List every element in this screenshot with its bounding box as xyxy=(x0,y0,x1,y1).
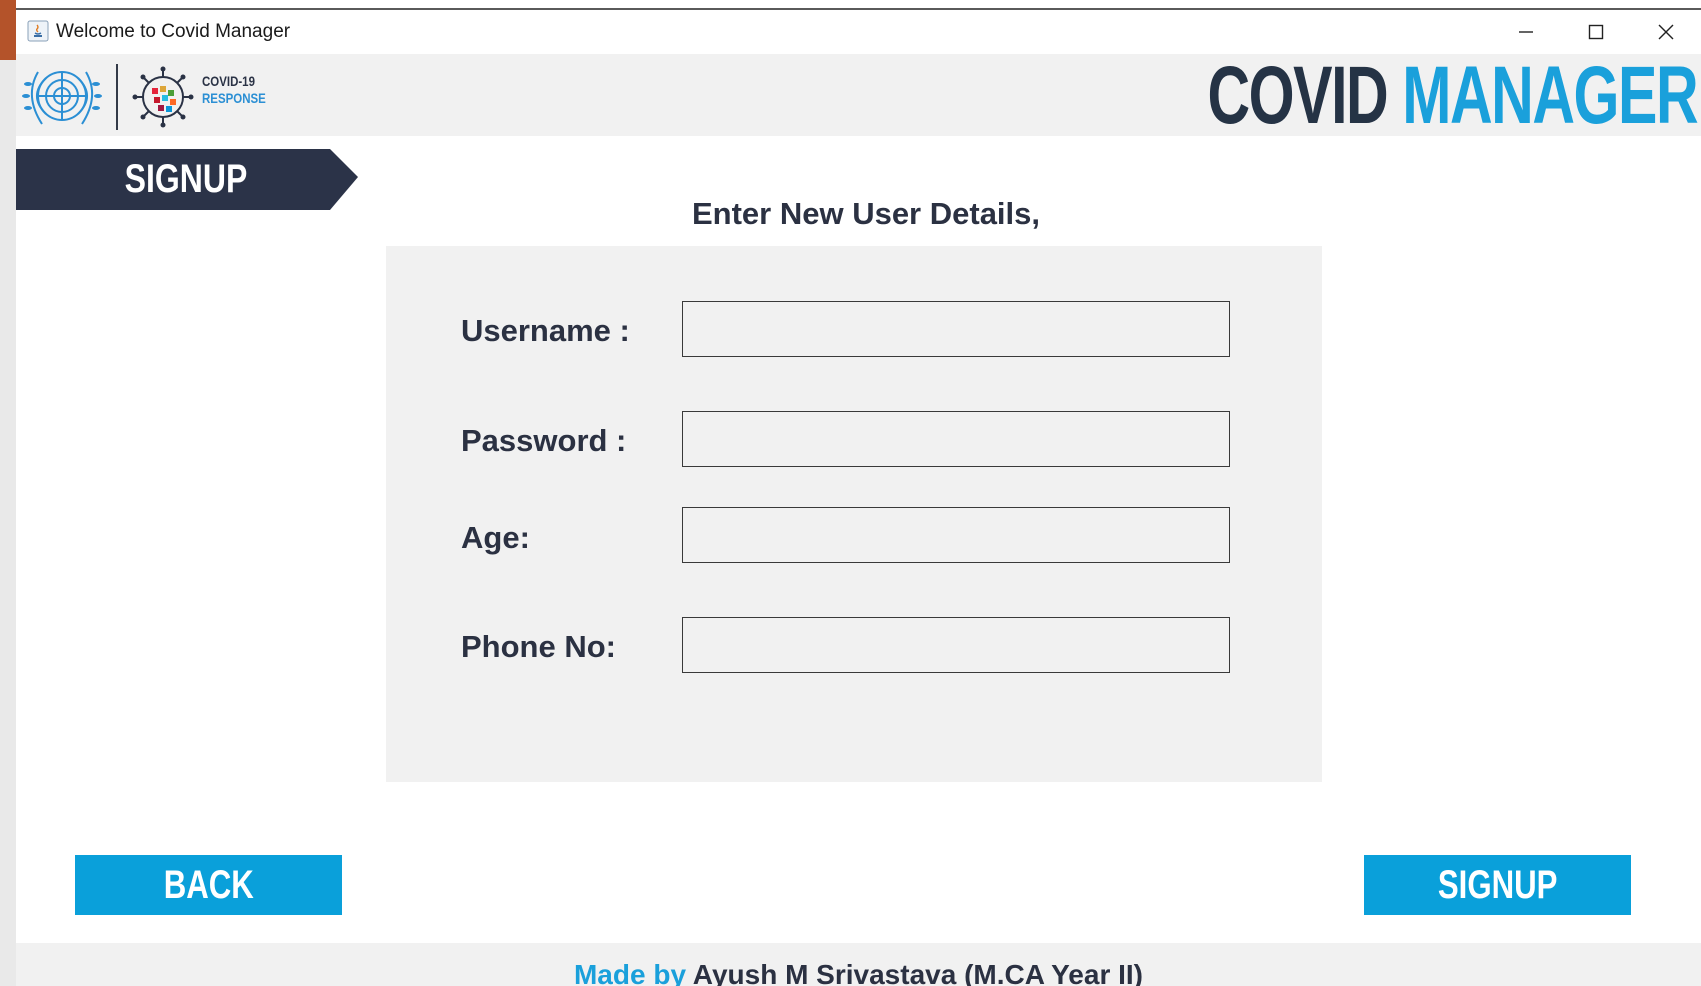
password-label: Password : xyxy=(461,423,627,458)
signup-button-label: SIGNUP xyxy=(1437,862,1558,907)
logo-divider xyxy=(116,64,118,130)
phone-field[interactable] xyxy=(682,617,1230,673)
signup-button[interactable]: SIGNUP xyxy=(1364,855,1631,915)
back-button[interactable]: BACK xyxy=(75,855,342,915)
close-icon xyxy=(1658,24,1674,39)
age-field[interactable] xyxy=(682,507,1230,563)
signup-form-panel: Username : Password : Age: Phone No: xyxy=(386,246,1322,782)
maximize-button[interactable] xyxy=(1561,10,1631,53)
phone-label: Phone No: xyxy=(461,629,616,664)
minimize-icon xyxy=(1519,30,1533,33)
footer: Made by Ayush M Srivastava (M.CA Year II… xyxy=(16,943,1701,986)
desktop-background-strip xyxy=(0,0,16,986)
app-brand-title: COVID MANAGER xyxy=(1207,55,1698,137)
section-banner: SIGNUP xyxy=(16,149,372,210)
password-field[interactable] xyxy=(682,411,1230,467)
logo-line-1: COVID-19 xyxy=(202,73,255,89)
minimize-button[interactable] xyxy=(1491,10,1561,53)
back-button-label: BACK xyxy=(163,862,254,907)
maximize-icon xyxy=(1588,24,1604,39)
form-heading: Enter New User Details, xyxy=(691,196,1041,231)
app-header: COVID-19 RESPONSE COVID MANAGER xyxy=(16,54,1701,137)
brand-word-manager: MANAGER xyxy=(1402,50,1698,141)
java-app-icon xyxy=(27,20,49,42)
username-label: Username : xyxy=(461,313,630,348)
window-title: Welcome to Covid Manager xyxy=(56,21,291,42)
footer-author: Ayush M Srivastava (M.CA Year II) xyxy=(692,959,1144,986)
covid-virus-logo xyxy=(132,66,194,128)
section-title: SIGNUP xyxy=(124,157,248,201)
logo-line-2: RESPONSE xyxy=(202,90,266,106)
close-button[interactable] xyxy=(1631,10,1701,53)
username-field[interactable] xyxy=(682,301,1230,357)
app-window: Welcome to Covid Manager COVID-19 RESPON… xyxy=(16,10,1701,986)
footer-credit: Made by Ayush M Srivastava (M.CA Year II… xyxy=(16,959,1701,986)
age-label: Age: xyxy=(461,520,530,555)
desktop-accent xyxy=(0,0,16,60)
title-bar[interactable]: Welcome to Covid Manager xyxy=(16,10,1701,53)
covid-response-wordmark: COVID-19 RESPONSE xyxy=(202,73,266,107)
brand-word-covid: COVID xyxy=(1207,50,1388,141)
footer-prefix: Made by xyxy=(573,959,687,986)
un-emblem-logo xyxy=(22,71,102,125)
